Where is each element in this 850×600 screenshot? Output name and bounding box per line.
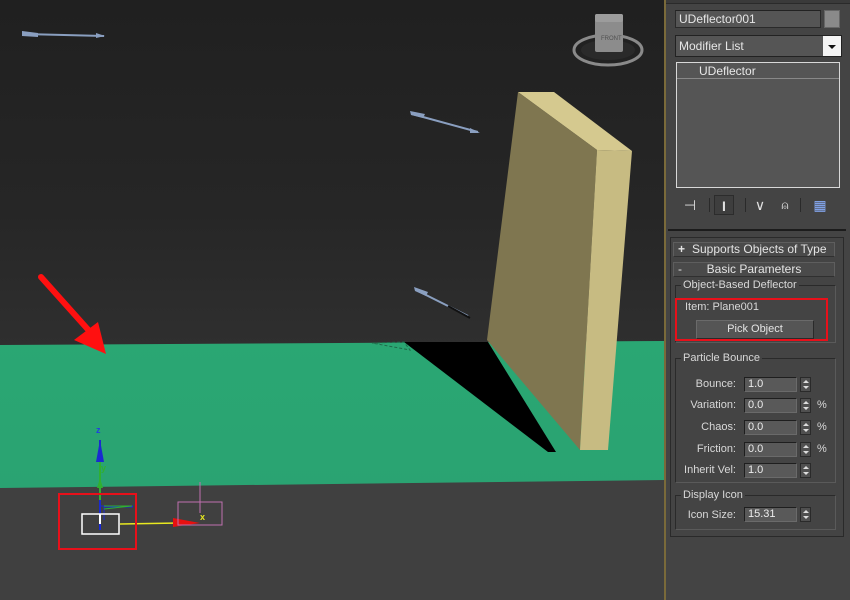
group-title: Particle Bounce [681,351,763,365]
variation-spinner[interactable] [800,398,811,413]
friction-unit: % [817,443,827,455]
annotation-arrow [38,274,106,354]
configure-modifier-sets-icon[interactable]: ▦ [810,195,830,215]
rollout-title: Basic Parameters [706,262,802,276]
inherit-vel-spinner[interactable] [800,463,811,478]
perspective-viewport[interactable]: FRONT z y x [0,0,664,600]
panel-tabs[interactable] [666,0,850,4]
panel-divider [668,229,846,231]
rollout-title: Supports Objects of Type [692,242,827,256]
friction-label: Friction: [696,443,736,455]
modifier-list-label: Modifier List [679,39,744,53]
group-title: Display Icon [681,488,745,502]
rollout-basic-parameters[interactable]: - Basic Parameters [673,262,835,277]
icon-size-spinner[interactable] [800,507,811,522]
particle-1 [22,31,105,38]
bounce-label: Bounce: [695,378,736,390]
show-end-result-icon[interactable]: I [714,195,734,215]
friction-spinner[interactable] [800,442,811,457]
pin-stack-icon[interactable]: ⊣ [680,195,700,215]
bounce-field[interactable]: 1.0 [744,377,797,392]
modifier-list-dropdown[interactable]: Modifier List [675,35,842,57]
toolbar-divider [709,198,710,212]
viewcube-label: FRONT [601,36,622,42]
make-unique-icon[interactable]: ∨ [750,195,770,215]
particle-3 [414,287,471,319]
icon-size-field[interactable]: 15.31 [744,507,797,522]
object-name-field[interactable]: UDeflector001 [675,10,821,28]
variation-label: Variation: [690,399,736,411]
gizmo-x-axis[interactable] [119,522,181,525]
chevron-down-icon[interactable] [823,36,841,56]
chaos-spinner[interactable] [800,420,811,435]
inherit-vel-label: Inherit Vel: [684,464,736,476]
command-panel: UDeflector001 Modifier List UDeflector ⊣… [666,0,850,600]
remove-modifier-icon[interactable]: ⍝ [775,195,795,215]
stack-toolbar: ⊣ I ∨ ⍝ ▦ [676,193,840,217]
object-color-swatch[interactable] [824,10,840,28]
chaos-unit: % [817,421,827,433]
stack-item-udeflector[interactable]: UDeflector [677,63,839,79]
chaos-label: Chaos: [701,421,736,433]
friction-field[interactable]: 0.0 [744,442,797,457]
toolbar-divider [745,198,746,212]
rollout-supports-objects[interactable]: + Supports Objects of Type [673,242,835,257]
variation-unit: % [817,399,827,411]
inherit-vel-field[interactable]: 1.0 [744,463,797,478]
particle-2 [410,111,480,133]
gizmo-z-label: z [96,425,101,435]
chaos-field[interactable]: 0.0 [744,420,797,435]
pick-object-highlight-box [675,298,828,341]
expand-icon: + [678,242,686,256]
gizmo-y-label: y [101,463,107,473]
scene-canvas[interactable] [0,0,664,600]
icon-size-label: Icon Size: [687,509,736,521]
variation-field[interactable]: 0.0 [744,398,797,413]
toolbar-divider [800,198,801,212]
modifier-stack[interactable]: UDeflector [676,62,840,188]
group-title: Object-Based Deflector [681,278,799,292]
gizmo-x-label: x [200,512,206,522]
bounce-spinner[interactable] [800,377,811,392]
